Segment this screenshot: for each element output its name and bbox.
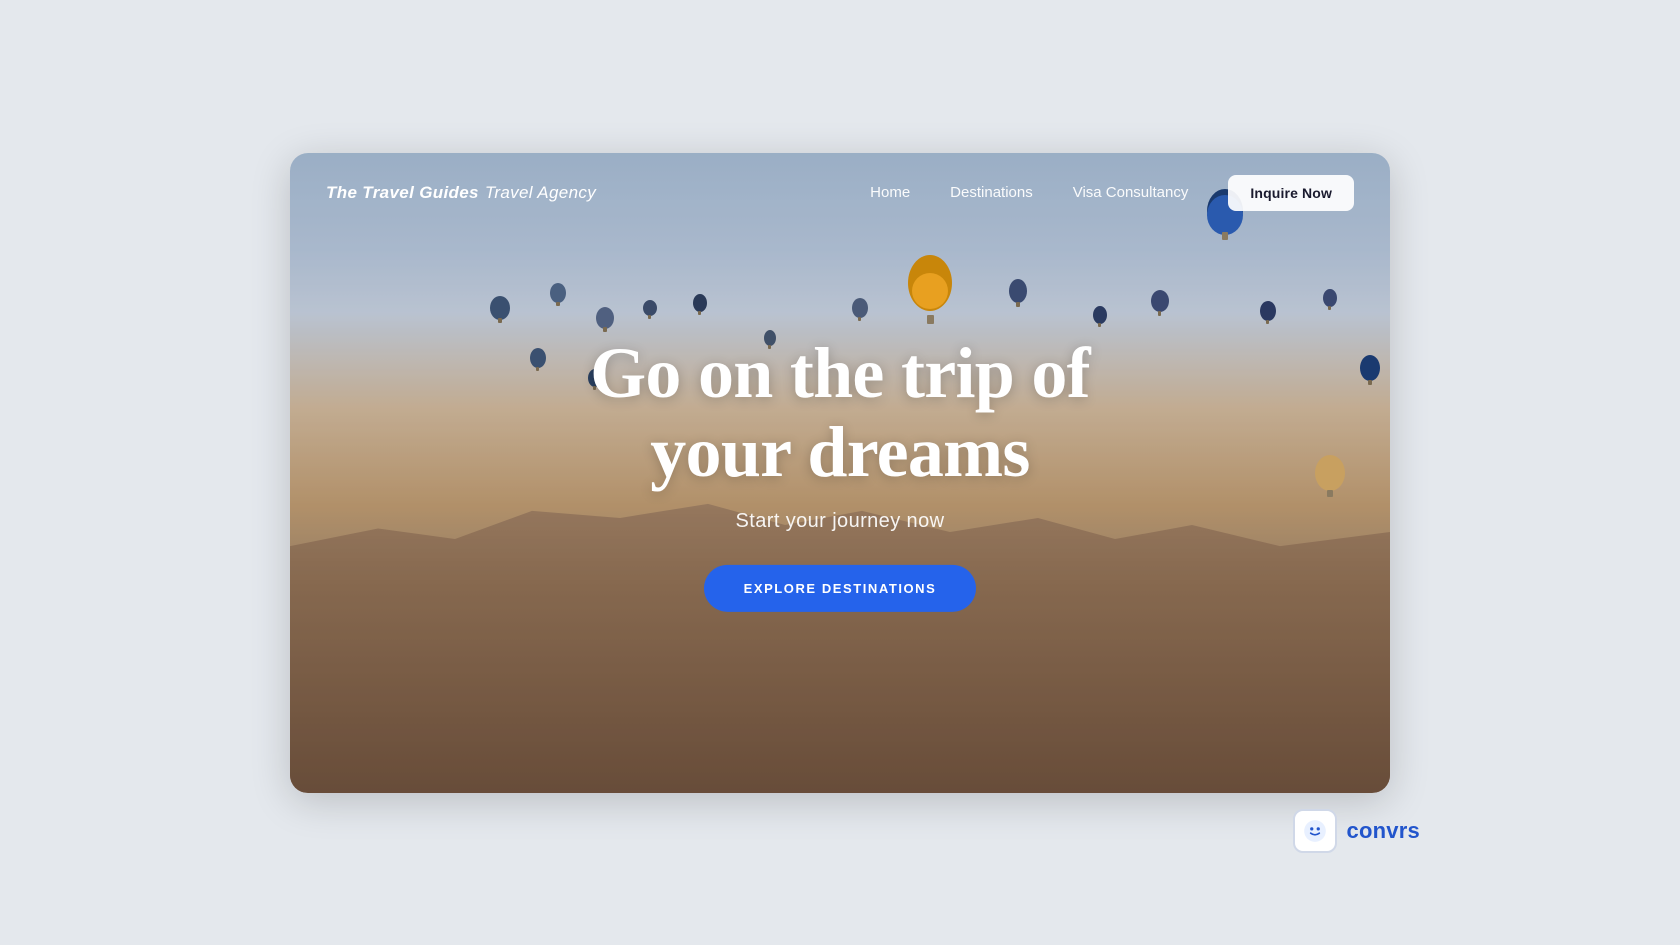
hero-content: Go on the trip of your dreams Start your… xyxy=(500,333,1180,611)
brand-bold-text: The Travel Guides xyxy=(326,183,479,203)
nav-visa[interactable]: Visa Consultancy xyxy=(1073,184,1189,201)
nav-destinations[interactable]: Destinations xyxy=(950,184,1033,201)
convrs-icon xyxy=(1293,809,1337,853)
nav-home[interactable]: Home xyxy=(870,184,910,201)
hero-subtext: Start your journey now xyxy=(500,510,1180,533)
brand-light-text: Travel Agency xyxy=(485,183,596,203)
convrs-branding: convrs xyxy=(1293,809,1420,853)
hero-heading-line1: Go on the trip of xyxy=(590,332,1090,412)
page-wrapper: The Travel Guides Travel Agency Home Des… xyxy=(290,153,1390,793)
convrs-label: convrs xyxy=(1347,818,1420,844)
hero-container: The Travel Guides Travel Agency Home Des… xyxy=(290,153,1390,793)
hero-heading: Go on the trip of your dreams xyxy=(500,333,1180,491)
nav-links: Home Destinations Visa Consultancy Inqui… xyxy=(870,175,1354,211)
brand: The Travel Guides Travel Agency xyxy=(326,183,596,203)
inquire-now-button[interactable]: Inquire Now xyxy=(1228,175,1354,211)
navbar: The Travel Guides Travel Agency Home Des… xyxy=(290,153,1390,211)
hero-heading-line2: your dreams xyxy=(650,412,1029,492)
explore-destinations-button[interactable]: EXPLORE DESTINATIONS xyxy=(704,565,977,612)
